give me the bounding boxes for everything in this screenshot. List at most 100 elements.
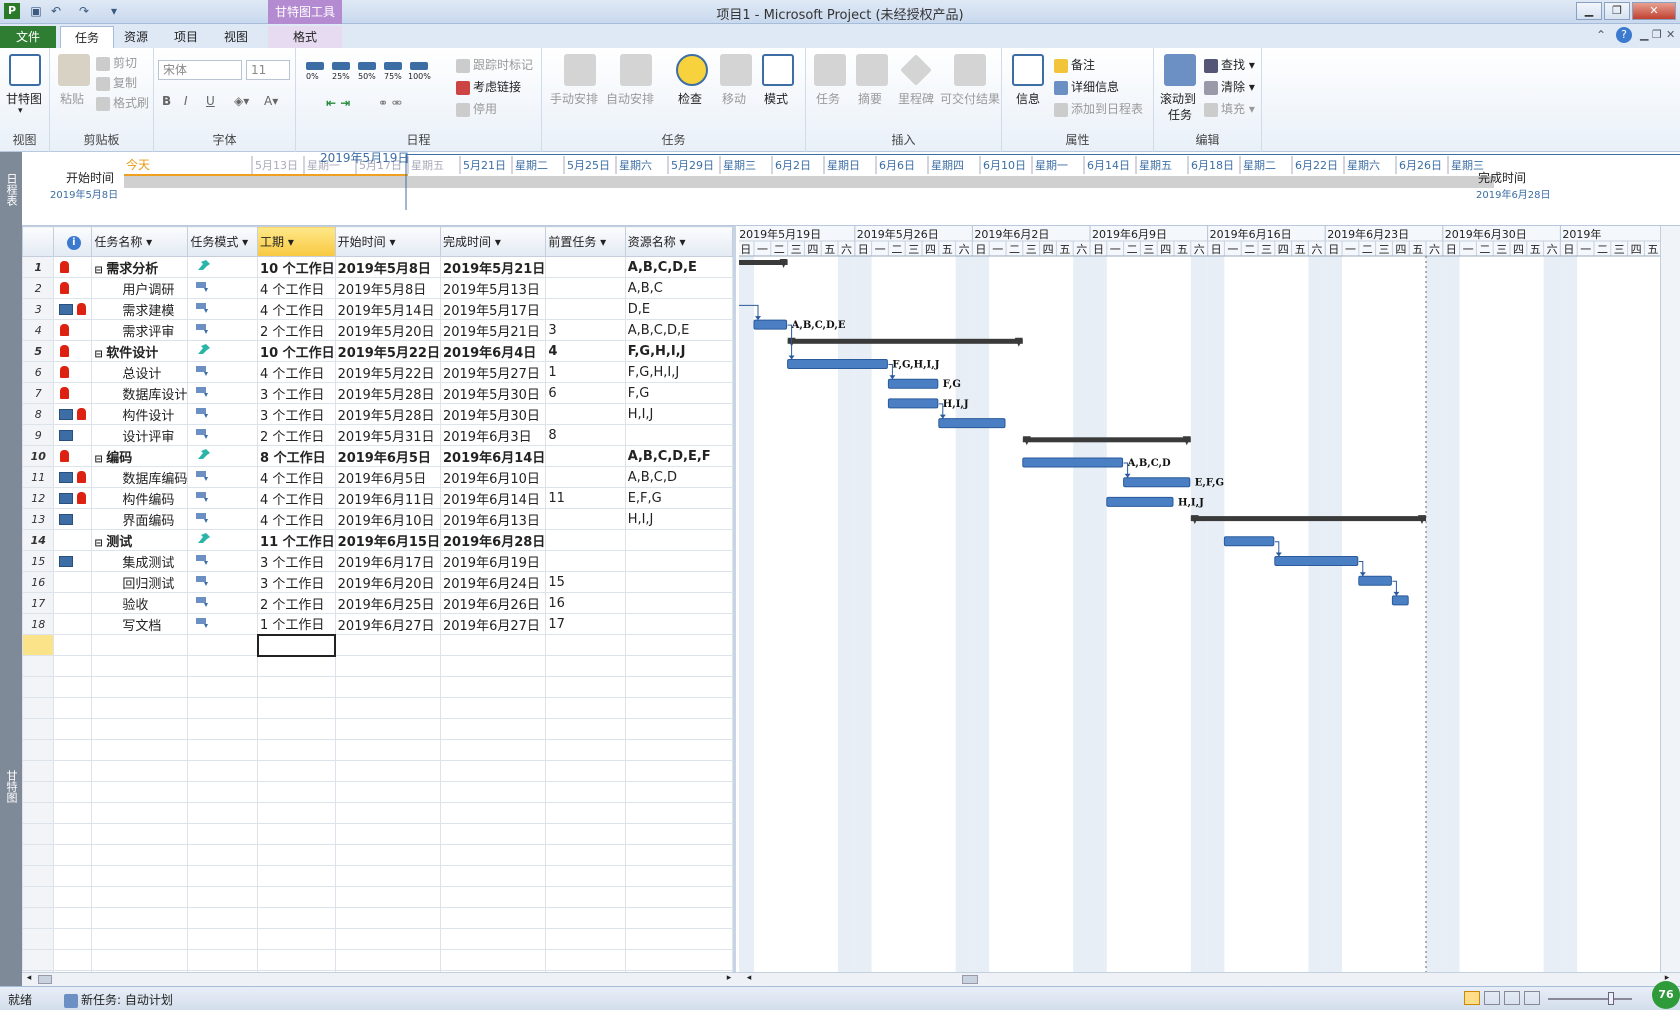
task-name-cell[interactable]: 数据库设计 [91, 382, 189, 404]
row-number[interactable]: 6 [22, 361, 55, 383]
row-number[interactable]: 15 [22, 550, 55, 572]
finish-cell[interactable]: 2019年6月26日 [439, 592, 547, 614]
empty-cell[interactable] [545, 676, 626, 698]
empty-cell[interactable] [53, 844, 93, 866]
empty-cell[interactable] [439, 865, 547, 887]
bold-button[interactable]: B [162, 94, 171, 108]
empty-cell[interactable] [439, 718, 547, 740]
predecessors-cell[interactable]: 15 [545, 571, 626, 593]
resources-cell[interactable] [624, 613, 733, 635]
task-name-cell[interactable]: ⊟ 需求分析 [91, 256, 189, 278]
duration-cell[interactable]: 8 个工作日 [257, 445, 336, 467]
empty-cell[interactable] [439, 655, 547, 677]
indicators-cell[interactable] [53, 613, 93, 635]
task-name-cell[interactable]: 集成测试 [91, 550, 189, 572]
task-bar[interactable] [1223, 536, 1275, 547]
progress-100-icon[interactable] [410, 62, 428, 70]
col-header-duration[interactable]: 工期 ▾ [257, 226, 336, 257]
empty-cell[interactable] [53, 823, 93, 845]
table-row[interactable] [22, 655, 733, 677]
finish-cell[interactable]: 2019年6月27日 [439, 613, 547, 635]
empty-cell[interactable] [91, 802, 189, 824]
collapse-icon[interactable]: ⊟ [94, 454, 106, 465]
indicators-cell[interactable] [53, 529, 93, 551]
collapse-icon[interactable]: ⊟ [94, 265, 106, 276]
predecessors-cell[interactable]: 16 [545, 592, 626, 614]
start-cell[interactable]: 2019年5月22日 [334, 361, 441, 383]
start-cell[interactable]: 2019年5月20日 [334, 319, 441, 341]
empty-cell[interactable] [22, 802, 55, 824]
empty-cell[interactable] [257, 781, 336, 803]
empty-cell[interactable] [439, 676, 547, 698]
empty-cell[interactable] [624, 655, 733, 677]
duration-cell[interactable]: 11 个工作日 [257, 529, 336, 551]
empty-cell[interactable] [257, 718, 336, 740]
empty-cell[interactable] [439, 760, 547, 782]
view-team-planner-icon[interactable] [1504, 991, 1520, 1005]
resources-cell[interactable] [624, 550, 733, 572]
outdent-icon[interactable]: ⇤ ⇥ [326, 96, 350, 110]
notes-button[interactable]: 备注 [1054, 56, 1095, 73]
predecessors-cell[interactable]: 17 [545, 613, 626, 635]
empty-cell[interactable] [91, 907, 189, 929]
resources-cell[interactable]: F,G [624, 382, 733, 404]
view-gantt-icon[interactable] [1464, 991, 1480, 1005]
empty-cell[interactable] [624, 865, 733, 887]
collapse-icon[interactable]: ⊟ [94, 349, 106, 360]
col-header-resources[interactable]: 资源名称 ▾ [624, 226, 733, 257]
indicators-cell[interactable] [53, 466, 93, 488]
indicators-cell[interactable] [53, 487, 93, 509]
duration-cell[interactable]: 3 个工作日 [257, 382, 336, 404]
underline-button[interactable]: U [206, 94, 215, 108]
empty-cell[interactable] [334, 949, 441, 971]
resources-cell[interactable]: E,F,G [624, 487, 733, 509]
table-row[interactable] [22, 802, 733, 824]
empty-cell[interactable] [257, 823, 336, 845]
finish-cell[interactable]: 2019年5月30日 [439, 382, 547, 404]
summary-bar[interactable] [1190, 516, 1426, 522]
fill-color-icon[interactable]: ◈▾ [234, 94, 249, 108]
empty-cell[interactable] [257, 655, 336, 677]
resources-cell[interactable]: F,G,H,I,J [624, 361, 733, 383]
doc-close-icon[interactable]: ✕ [1666, 28, 1675, 41]
task-name-cell[interactable]: 用户调研 [91, 277, 189, 299]
table-row[interactable]: 18 写文档 1 个工作日 2019年6月27日 2019年6月27日 17 [22, 613, 733, 635]
empty-cell[interactable] [53, 886, 93, 908]
start-cell[interactable]: 2019年6月5日 [334, 445, 441, 467]
row-number[interactable]: 11 [22, 466, 55, 488]
empty-cell[interactable] [257, 844, 336, 866]
start-cell[interactable]: 2019年6月20日 [334, 571, 441, 593]
task-mode-cell[interactable] [187, 571, 259, 593]
row-number[interactable]: 5 [22, 340, 55, 362]
row-number[interactable]: 2 [22, 277, 55, 299]
resources-cell[interactable]: A,B,C [624, 277, 733, 299]
start-cell[interactable]: 2019年6月15日 [334, 529, 441, 551]
task-name-cell[interactable]: ⊟ 测试 [91, 529, 189, 551]
close-button[interactable]: ✕ [1632, 2, 1676, 20]
duration-cell[interactable]: 4 个工作日 [257, 487, 336, 509]
empty-cell[interactable] [334, 739, 441, 761]
table-row[interactable] [22, 907, 733, 929]
empty-cell[interactable] [439, 823, 547, 845]
duration-cell[interactable]: 4 个工作日 [257, 298, 336, 320]
predecessors-cell[interactable] [545, 550, 626, 572]
empty-cell[interactable] [187, 676, 259, 698]
restore-button[interactable]: ❐ [1604, 2, 1630, 20]
indicators-cell[interactable] [53, 445, 93, 467]
task-name-cell[interactable]: 构件编码 [91, 487, 189, 509]
task-name-cell[interactable]: 回归测试 [91, 571, 189, 593]
task-mode-cell[interactable] [187, 340, 259, 362]
empty-cell[interactable] [439, 781, 547, 803]
predecessors-cell[interactable]: 4 [545, 340, 626, 362]
empty-cell[interactable] [257, 928, 336, 950]
empty-cell[interactable] [334, 634, 441, 656]
duration-cell[interactable]: 3 个工作日 [257, 550, 336, 572]
empty-cell[interactable] [624, 886, 733, 908]
gantt-side-label[interactable]: 甘特图 [0, 226, 22, 986]
empty-cell[interactable] [624, 697, 733, 719]
table-row[interactable]: 8 构件设计 3 个工作日 2019年5月28日 2019年5月30日 H,I,J [22, 403, 733, 425]
empty-cell[interactable] [91, 781, 189, 803]
fill-button[interactable]: 填充 ▾ [1204, 100, 1255, 117]
predecessors-cell[interactable]: 6 [545, 382, 626, 404]
customize-qat-icon[interactable]: ▾ [106, 3, 122, 19]
